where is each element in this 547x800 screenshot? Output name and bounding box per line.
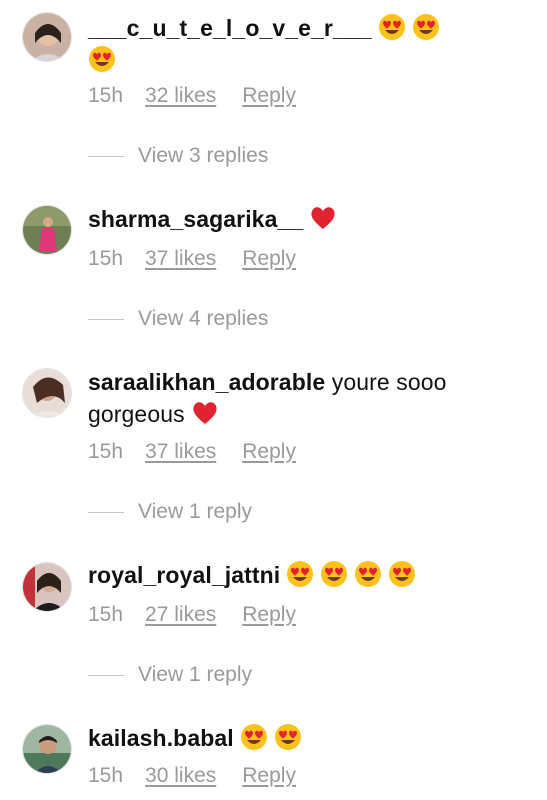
comment-timestamp: 15h — [88, 764, 124, 787]
comment-meta: 15h 37 likes Reply — [88, 440, 296, 464]
comment-username[interactable]: kailash.babal — [88, 725, 234, 751]
likes-link[interactable]: 37 likes — [145, 440, 216, 464]
likes-link[interactable]: 32 likes — [145, 84, 216, 108]
reply-button[interactable]: Reply — [242, 764, 296, 788]
avatar[interactable] — [22, 562, 72, 612]
divider-line — [88, 318, 124, 320]
view-replies-button[interactable]: View 3 replies — [88, 144, 268, 168]
comment-meta: 15h 37 likes Reply — [88, 247, 296, 271]
comment-timestamp: 15h — [88, 603, 124, 626]
red-heart-emoji-icon — [191, 399, 219, 427]
heart-eyes-emoji-icon — [412, 13, 440, 41]
reply-button[interactable]: Reply — [242, 247, 296, 271]
heart-eyes-emoji-icon — [388, 560, 416, 588]
heart-eyes-emoji-icon — [354, 560, 382, 588]
view-replies-button[interactable]: View 1 reply — [88, 663, 252, 687]
comment-username[interactable]: ___c_u_t_e_l_o_v_e_r___ — [88, 15, 372, 41]
comment-username[interactable]: sharma_sagarika__ — [88, 206, 303, 232]
divider-line — [88, 155, 124, 157]
reply-button[interactable]: Reply — [242, 84, 296, 108]
view-replies-label: View 4 replies — [138, 307, 269, 330]
comment-timestamp: 15h — [88, 84, 124, 107]
view-replies-button[interactable]: View 1 reply — [88, 500, 252, 524]
avatar[interactable] — [22, 368, 72, 418]
divider-line — [88, 674, 124, 676]
likes-link[interactable]: 30 likes — [145, 764, 216, 788]
comment-username[interactable]: saraalikhan_adorable — [88, 369, 325, 395]
likes-link[interactable]: 27 likes — [145, 603, 216, 627]
divider-line — [88, 511, 124, 513]
comment-meta: 15h 27 likes Reply — [88, 603, 296, 627]
comment-timestamp: 15h — [88, 440, 124, 463]
avatar[interactable] — [22, 724, 72, 774]
heart-eyes-emoji-icon — [320, 560, 348, 588]
view-replies-button[interactable]: View 4 replies — [88, 307, 268, 331]
heart-eyes-emoji-icon — [240, 723, 268, 751]
avatar[interactable] — [22, 12, 72, 62]
reply-button[interactable]: Reply — [242, 440, 296, 464]
avatar[interactable] — [22, 205, 72, 255]
heart-eyes-emoji-icon — [274, 723, 302, 751]
view-replies-label: View 3 replies — [138, 144, 269, 167]
comment-timestamp: 15h — [88, 247, 124, 270]
comment-meta: 15h 30 likes Reply — [88, 764, 296, 788]
heart-eyes-emoji-icon — [88, 45, 116, 73]
reply-button[interactable]: Reply — [242, 603, 296, 627]
heart-eyes-emoji-icon — [286, 560, 314, 588]
red-heart-emoji-icon — [309, 204, 337, 232]
comment-meta: 15h 32 likes Reply — [88, 84, 296, 108]
view-replies-label: View 1 reply — [138, 663, 253, 686]
view-replies-label: View 1 reply — [138, 500, 253, 523]
heart-eyes-emoji-icon — [378, 13, 406, 41]
comment-username[interactable]: royal_royal_jattni — [88, 562, 280, 588]
likes-link[interactable]: 37 likes — [145, 247, 216, 271]
